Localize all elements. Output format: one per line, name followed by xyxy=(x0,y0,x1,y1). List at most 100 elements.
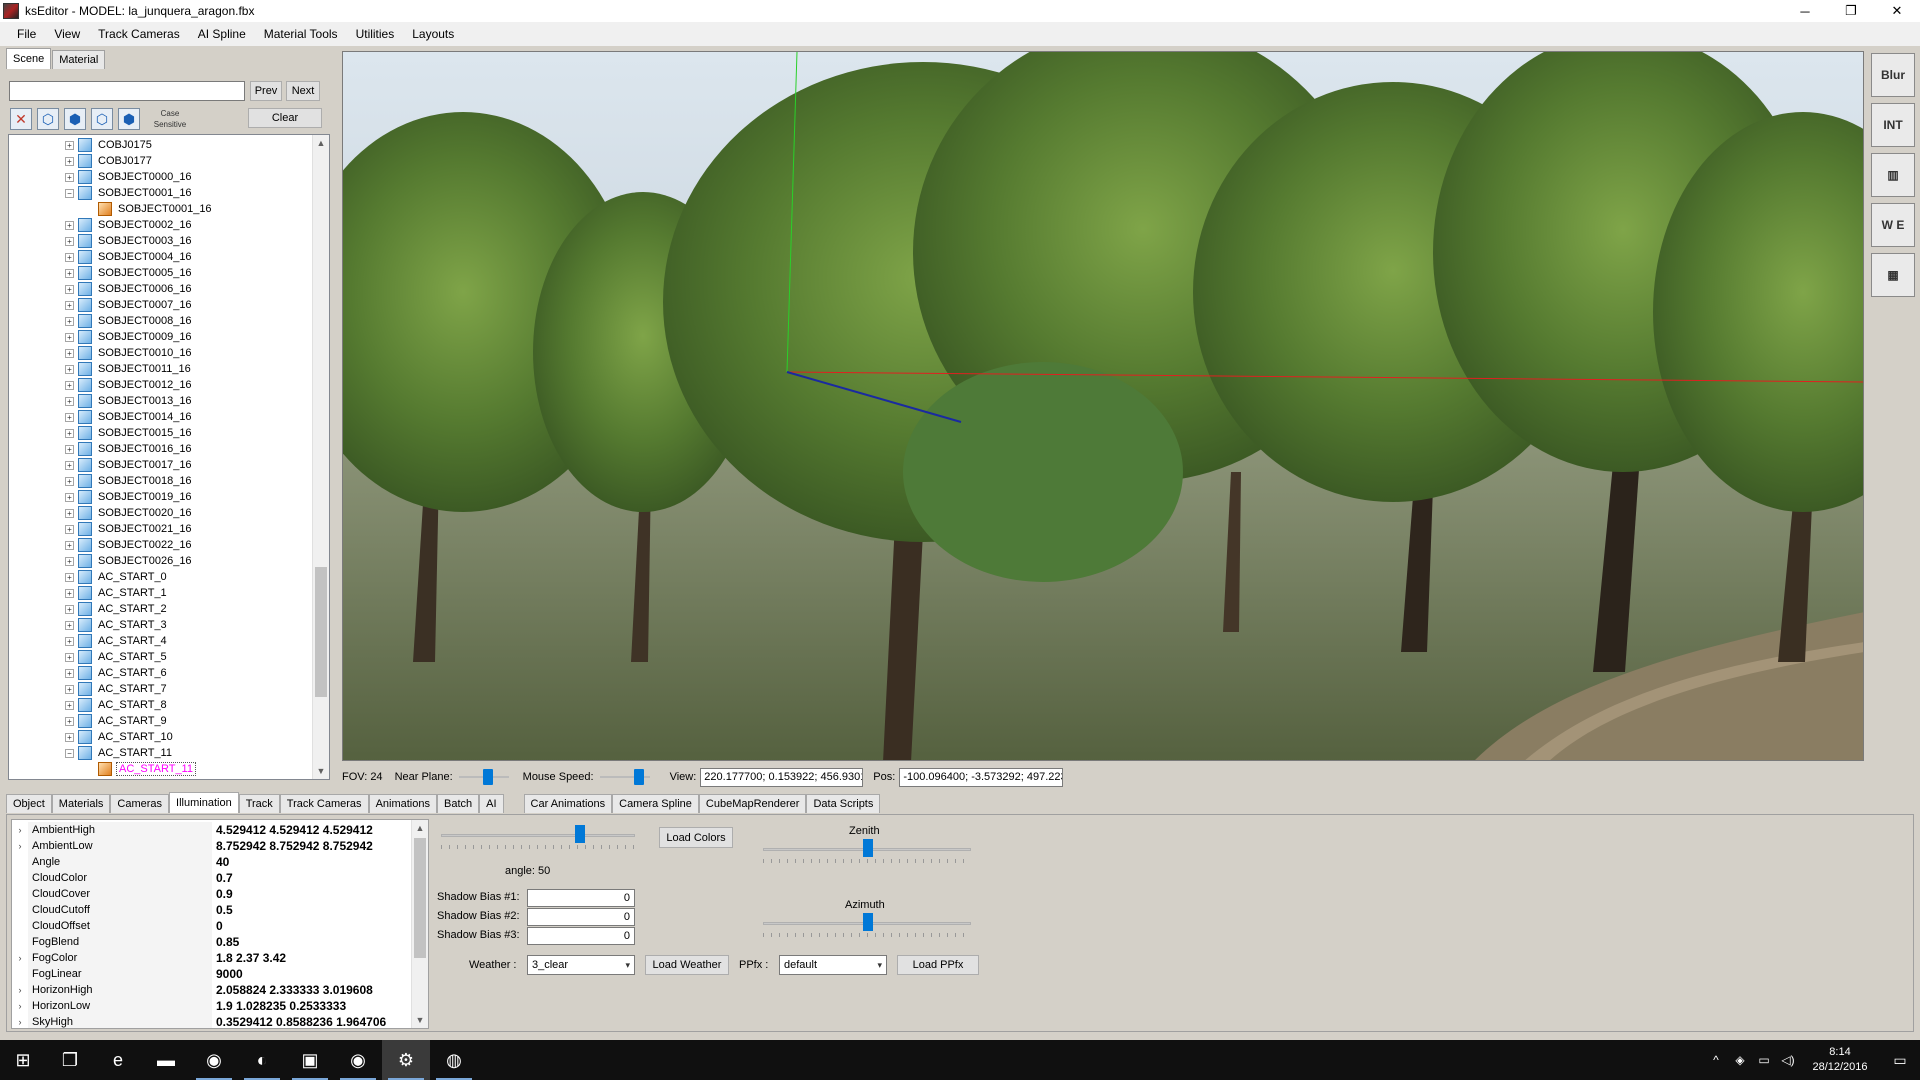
property-value[interactable]: 0.7 xyxy=(212,871,233,885)
property-grid[interactable]: ▲ ▼ › AmbientHigh 4.529412 4.529412 4.5294… xyxy=(11,819,429,1029)
property-value[interactable]: 9000 xyxy=(212,967,243,981)
tab-cubemaprenderer[interactable]: CubeMapRenderer xyxy=(698,794,807,813)
steam-icon[interactable]: ◈ xyxy=(1728,1053,1752,1067)
chrome-2-icon[interactable]: ◉ xyxy=(334,1040,382,1080)
kseditor-icon[interactable]: ⚙ xyxy=(382,1040,430,1080)
app-image-icon[interactable]: ▣ xyxy=(286,1040,334,1080)
tree-item[interactable]: + SOBJECT0010_16 xyxy=(65,345,194,361)
prop-scroll-up-icon[interactable]: ▲ xyxy=(412,820,428,836)
tree-item[interactable]: + SOBJECT0004_16 xyxy=(65,249,194,265)
property-value[interactable]: 0.9 xyxy=(212,887,233,901)
tree-expander-icon[interactable]: + xyxy=(65,140,74,150)
tree-expander-icon[interactable]: + xyxy=(65,540,74,550)
tree-item[interactable]: + SOBJECT0011_16 xyxy=(65,361,193,377)
shadow-bias-2-input[interactable] xyxy=(527,908,635,926)
tab-object[interactable]: Object xyxy=(6,794,52,813)
mouse-speed-slider[interactable] xyxy=(599,769,650,785)
property-value[interactable]: 0.85 xyxy=(212,935,239,949)
tab-track[interactable]: Track xyxy=(238,794,280,813)
load-colors-button[interactable]: Load Colors xyxy=(659,827,733,848)
minimize-button[interactable]: ─ xyxy=(1782,0,1828,22)
tree-item[interactable]: + SOBJECT0021_16 xyxy=(65,521,194,537)
tree-expander-icon[interactable]: + xyxy=(65,460,74,470)
tree-expander-icon[interactable]: + xyxy=(65,412,74,422)
property-value[interactable]: 0 xyxy=(212,919,223,933)
property-row[interactable]: CloudColor 0.7 xyxy=(12,870,412,886)
task-view-icon[interactable]: ❐ xyxy=(46,1040,94,1080)
shadow-bias-3-input[interactable] xyxy=(527,927,635,945)
tree-expander-icon[interactable]: − xyxy=(65,748,74,758)
tree-item[interactable]: + SOBJECT0005_16 xyxy=(65,265,194,281)
tree-item[interactable]: + SOBJECT0009_16 xyxy=(65,329,194,345)
tree-item[interactable]: + AC_START_8 xyxy=(65,697,169,713)
tree-expander-icon[interactable]: + xyxy=(65,588,74,598)
tab-illumination[interactable]: Illumination xyxy=(169,792,239,813)
property-row[interactable]: › FogColor 1.8 2.37 3.42 xyxy=(12,950,412,966)
tree-item[interactable]: + SOBJECT0003_16 xyxy=(65,233,194,249)
property-row[interactable]: FogBlend 0.85 xyxy=(12,934,412,950)
view-vector-field[interactable]: 220.177700; 0.153922; 456.9301 xyxy=(700,767,864,787)
restore-button[interactable]: ❐ xyxy=(1828,0,1874,22)
filter-skinned-icon[interactable]: ⬡ xyxy=(91,108,113,130)
tree-item[interactable]: − AC_START_11 xyxy=(65,745,174,761)
menu-file[interactable]: File xyxy=(8,22,45,46)
filter-clear-icon[interactable]: ✕ xyxy=(10,108,32,130)
tab-cameras[interactable]: Cameras xyxy=(110,794,170,813)
tree-item[interactable]: + AC_START_4 xyxy=(65,633,169,649)
property-expand-icon[interactable]: › xyxy=(12,1017,28,1027)
tree-item[interactable]: + SOBJECT0019_16 xyxy=(65,489,194,505)
tree-expander-icon[interactable]: + xyxy=(65,428,74,438)
clear-button[interactable]: Clear xyxy=(248,108,322,128)
tree-item[interactable]: + SOBJECT0020_16 xyxy=(65,505,194,521)
tree-item[interactable]: + SOBJECT0007_16 xyxy=(65,297,194,313)
prop-scroll-thumb[interactable] xyxy=(414,838,426,958)
tree-expander-icon[interactable]: + xyxy=(65,732,74,742)
tree-item[interactable]: + AC_START_2 xyxy=(65,601,169,617)
volume-icon[interactable]: ◁) xyxy=(1776,1053,1800,1067)
tab-camera-spline[interactable]: Camera Spline xyxy=(612,794,699,813)
filter-material-icon[interactable]: ⬢ xyxy=(118,108,140,130)
tree-expander-icon[interactable]: + xyxy=(65,268,74,278)
azimuth-slider[interactable] xyxy=(763,911,971,937)
tree-expander-icon[interactable]: + xyxy=(65,524,74,534)
tree-item[interactable]: + COBJ0175 xyxy=(65,137,154,153)
scene-tree[interactable]: ▲ ▼ + COBJ0175 + COBJ0177 + SOBJECT0000_16 − SO… xyxy=(8,134,330,780)
tree-expander-icon[interactable]: + xyxy=(65,716,74,726)
tree-item[interactable]: + SOBJECT0006_16 xyxy=(65,281,194,297)
tree-expander-icon[interactable]: + xyxy=(65,316,74,326)
filter-node-icon[interactable]: ⬡ xyxy=(37,108,59,130)
tree-item[interactable]: + SOBJECT0012_16 xyxy=(65,377,194,393)
angle-slider[interactable] xyxy=(441,823,635,849)
property-row[interactable]: › SkyHigh 0.3529412 0.8588236 1.964706 xyxy=(12,1014,412,1028)
tree-item[interactable]: + AC_START_10 xyxy=(65,729,175,745)
tab-car-animations[interactable]: Car Animations xyxy=(523,794,613,813)
tree-item[interactable]: + SOBJECT0002_16 xyxy=(65,217,194,233)
tree-expander-icon[interactable]: + xyxy=(65,636,74,646)
clock[interactable]: 8:14 28/12/2016 xyxy=(1800,1045,1880,1075)
tree-expander-icon[interactable]: + xyxy=(65,620,74,630)
tree-expander-icon[interactable]: − xyxy=(65,188,74,198)
tree-expander-icon[interactable]: + xyxy=(65,652,74,662)
scroll-up-arrow-icon[interactable]: ▲ xyxy=(313,135,329,151)
menu-utilities[interactable]: Utilities xyxy=(347,22,404,46)
property-row[interactable]: Angle 40 xyxy=(12,854,412,870)
tree-expander-icon[interactable]: + xyxy=(65,604,74,614)
property-expand-icon[interactable]: › xyxy=(12,953,28,963)
tree-item[interactable]: + AC_START_5 xyxy=(65,649,169,665)
menu-layouts[interactable]: Layouts xyxy=(403,22,463,46)
scroll-down-arrow-icon[interactable]: ▼ xyxy=(313,763,329,779)
ppfx-select[interactable]: default ▾ xyxy=(779,955,887,975)
property-row[interactable]: › AmbientLow 8.752942 8.752942 8.752942 xyxy=(12,838,412,854)
tab-materials[interactable]: Materials xyxy=(51,794,111,813)
property-scrollbar[interactable]: ▲ ▼ xyxy=(411,820,428,1028)
property-value[interactable]: 4.529412 4.529412 4.529412 xyxy=(212,823,373,837)
tab-track-cameras[interactable]: Track Cameras xyxy=(279,794,369,813)
tree-expander-icon[interactable]: + xyxy=(65,284,74,294)
blur-button[interactable]: Blur xyxy=(1871,53,1915,97)
tree-item[interactable]: + COBJ0177 xyxy=(65,153,154,169)
tree-expander-icon[interactable]: + xyxy=(65,220,74,230)
menu-ai-spline[interactable]: AI Spline xyxy=(189,22,255,46)
search-input[interactable] xyxy=(9,81,245,101)
edge-icon[interactable]: e xyxy=(94,1040,142,1080)
prev-button[interactable]: Prev xyxy=(250,81,282,101)
